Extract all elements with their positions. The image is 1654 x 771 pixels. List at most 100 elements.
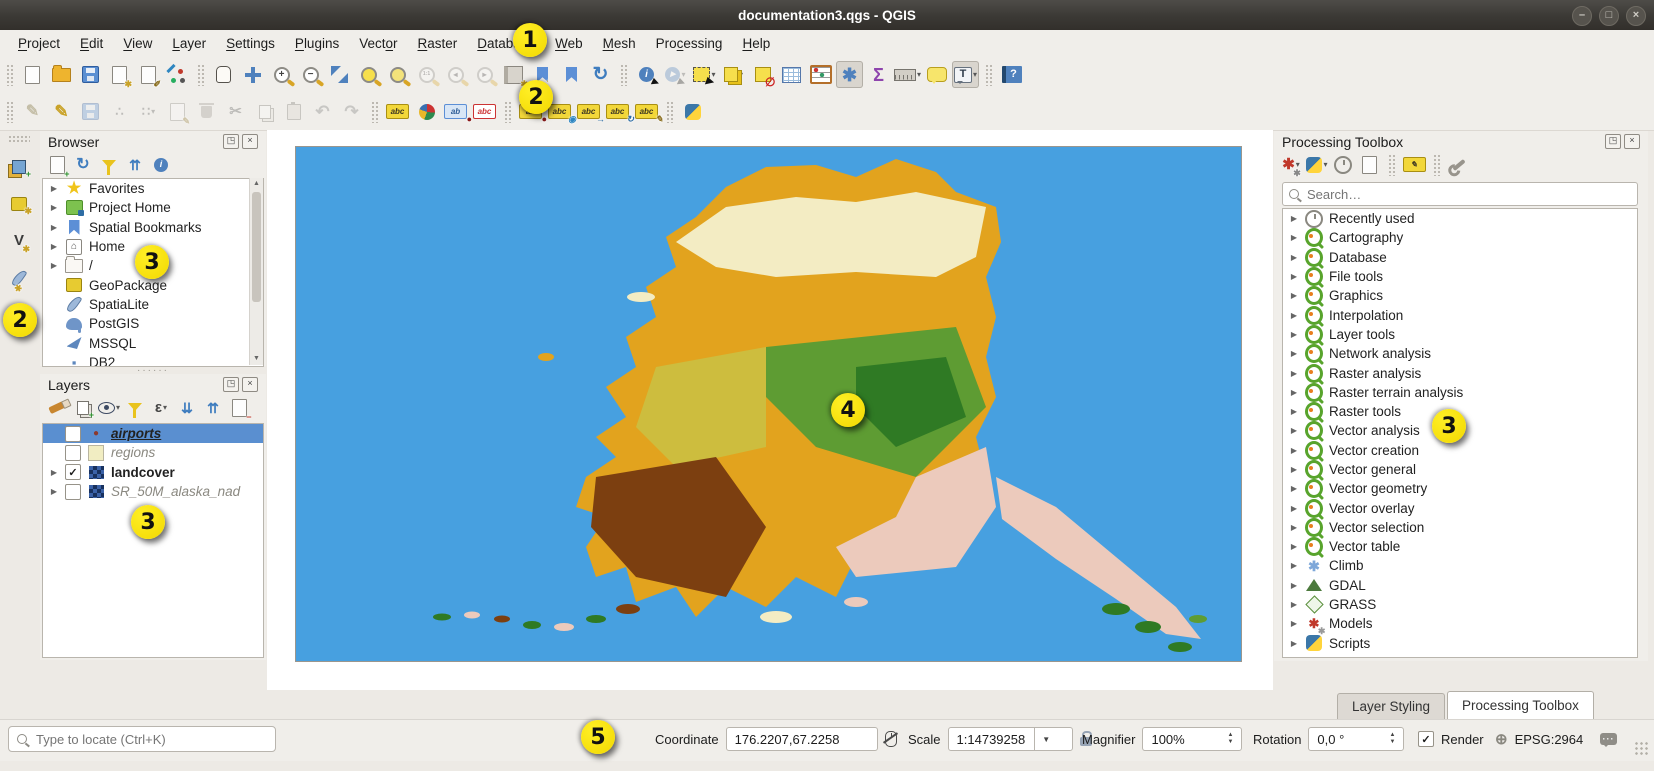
menu-item-raster[interactable]: Raster (408, 32, 468, 55)
highlight-labels-button[interactable]: abc (471, 98, 498, 125)
models-menu-button[interactable]: ✱✱▾ (1280, 154, 1302, 176)
field-calculator-button[interactable] (807, 61, 834, 88)
collapse-all-layers-button[interactable]: ⇈ (202, 397, 224, 419)
layer-checkbox[interactable] (65, 445, 81, 461)
layer-labeling-button[interactable]: abc (384, 98, 411, 125)
expander-icon[interactable]: ▶ (1289, 561, 1299, 570)
expander-icon[interactable]: ▶ (1289, 214, 1299, 223)
rotate-label-button[interactable]: abc↻ (604, 98, 631, 125)
minimize-button[interactable]: – (1572, 6, 1592, 26)
add-vector-layer-button[interactable]: V✱ (6, 227, 33, 254)
menu-item-processing[interactable]: Processing (646, 32, 733, 55)
open-layer-styling-button[interactable] (46, 397, 68, 419)
toolbox-item-vector-overlay[interactable]: ▶Vector overlay (1283, 498, 1637, 517)
spinner-arrows[interactable]: ▲▼ (1228, 732, 1234, 745)
magnifier-spinner[interactable]: 100% ▲▼ (1142, 727, 1242, 751)
filter-browser-button[interactable] (98, 154, 120, 176)
close-panel-icon[interactable]: × (242, 377, 258, 392)
menu-item-vector[interactable]: Vector (349, 32, 407, 55)
toolbox-item-recently-used[interactable]: ▶Recently used (1283, 209, 1637, 228)
toolbox-item-vector-selection[interactable]: ▶Vector selection (1283, 518, 1637, 537)
expander-icon[interactable]: ▶ (1289, 581, 1299, 590)
new-print-layout-button[interactable]: ✱ (106, 61, 133, 88)
expander-icon[interactable]: ▶ (1289, 542, 1299, 551)
expander-icon[interactable]: ▶ (49, 184, 59, 193)
expander-icon[interactable]: ▶ (1289, 272, 1299, 281)
processing-toolbox-toggle-button[interactable]: ✱ (836, 61, 863, 88)
extents-toggle-icon[interactable] (885, 731, 897, 747)
identify-features-button[interactable]: i (633, 61, 660, 88)
expand-all-button[interactable]: ⇊ (176, 397, 198, 419)
locate-input[interactable] (34, 731, 267, 748)
expander-icon[interactable]: ▶ (1289, 619, 1299, 628)
remove-layer-button[interactable]: − (228, 397, 250, 419)
dock-tab-processing-toolbox[interactable]: Processing Toolbox (1447, 691, 1594, 719)
refresh-map-button[interactable]: ↻ (587, 61, 614, 88)
expander-icon[interactable]: ▶ (1289, 388, 1299, 397)
toolbox-item-gdal[interactable]: ▶GDAL (1283, 576, 1637, 595)
pan-map-button[interactable] (210, 61, 237, 88)
toolbox-item-vector-table[interactable]: ▶Vector table (1283, 537, 1637, 556)
expander-icon[interactable]: ▶ (49, 203, 59, 212)
toolbox-item-cartography[interactable]: ▶Cartography (1283, 228, 1637, 247)
crs-label[interactable]: EPSG:2964 (1515, 732, 1584, 747)
expander-icon[interactable]: ▶ (1289, 369, 1299, 378)
chevron-down-icon[interactable]: ▼ (1034, 728, 1050, 750)
measure-button[interactable]: ▾ (894, 61, 921, 88)
layer-checkbox[interactable] (65, 484, 81, 500)
show-layout-manager-button[interactable]: ✐ (135, 61, 162, 88)
messages-icon[interactable]: ··· (1600, 733, 1617, 745)
measure-dropdown-icon[interactable]: ▾ (917, 70, 921, 79)
scale-combo[interactable]: 1:14739258 ▼ (948, 727, 1073, 751)
filter-legend-button[interactable] (124, 397, 146, 419)
expander-icon[interactable]: ▶ (1289, 407, 1299, 416)
menu-item-plugins[interactable]: Plugins (285, 32, 349, 55)
expander-icon[interactable]: ▶ (1289, 484, 1299, 493)
expander-icon[interactable]: ▶ (49, 468, 59, 477)
statistical-summary-button[interactable]: Σ (865, 61, 892, 88)
expander-icon[interactable]: ▶ (1289, 465, 1299, 474)
select-by-value-dropdown-icon[interactable]: ▾ (739, 70, 743, 79)
menu-item-settings[interactable]: Settings (216, 32, 285, 55)
history-button[interactable] (1332, 154, 1354, 176)
float-panel-icon[interactable]: ◳ (1605, 134, 1621, 149)
toolbox-item-network-analysis[interactable]: ▶Network analysis (1283, 344, 1637, 363)
zoom-in-button[interactable]: + (268, 61, 295, 88)
map-canvas[interactable] (295, 146, 1242, 662)
float-panel-icon[interactable]: ◳ (223, 134, 239, 149)
browser-item-spatial-bookmarks[interactable]: ▶Spatial Bookmarks (43, 218, 263, 237)
rotation-spinner[interactable]: 0,0 ° ▲▼ (1308, 727, 1404, 751)
dock-tab-layer-styling[interactable]: Layer Styling (1337, 693, 1445, 719)
add-geopackage-layer-button[interactable]: ✱ (6, 190, 33, 217)
expander-icon[interactable]: ▶ (1289, 233, 1299, 242)
python-menu-button[interactable]: ▾ (1306, 154, 1328, 176)
add-group-button[interactable]: + (72, 397, 94, 419)
collapse-all-button[interactable]: ⇈ (124, 154, 146, 176)
open-project-button[interactable] (48, 61, 75, 88)
browser-scrollbar[interactable]: ▲ ▼ (249, 178, 263, 365)
map-tips-button[interactable] (923, 61, 950, 88)
toolbox-item-vector-geometry[interactable]: ▶Vector geometry (1283, 479, 1637, 498)
browser-item-mssql[interactable]: MSSQL (43, 333, 263, 352)
toolbox-options-button[interactable] (1448, 154, 1470, 176)
data-source-manager-button[interactable]: + (6, 153, 33, 180)
toolbox-item-raster-terrain-analysis[interactable]: ▶Raster terrain analysis (1283, 383, 1637, 402)
new-map-view-button[interactable]: ✱ (500, 61, 527, 88)
layer-checkbox[interactable] (65, 426, 81, 442)
float-panel-icon[interactable]: ◳ (223, 377, 239, 392)
python-menu-dropdown-icon[interactable]: ▾ (1323, 160, 1327, 169)
layer-item-landcover[interactable]: ▶✓landcover (43, 463, 263, 482)
toolbox-item-file-tools[interactable]: ▶File tools (1283, 267, 1637, 286)
results-viewer-button[interactable] (1358, 154, 1380, 176)
expander-icon[interactable]: ▶ (1289, 600, 1299, 609)
menu-item-project[interactable]: Project (8, 32, 70, 55)
toolbox-item-interpolation[interactable]: ▶Interpolation (1283, 305, 1637, 324)
toolbox-item-models[interactable]: ▶✱✱Models (1283, 614, 1637, 633)
expander-icon[interactable]: ▶ (1289, 426, 1299, 435)
close-panel-icon[interactable]: × (242, 134, 258, 149)
zoom-out-button[interactable]: − (297, 61, 324, 88)
expander-icon[interactable]: ▶ (1289, 330, 1299, 339)
expander-icon[interactable]: ▶ (49, 261, 59, 270)
spinner-arrows[interactable]: ▲▼ (1389, 732, 1395, 745)
toolbox-item-scripts[interactable]: ▶Scripts (1283, 634, 1637, 653)
